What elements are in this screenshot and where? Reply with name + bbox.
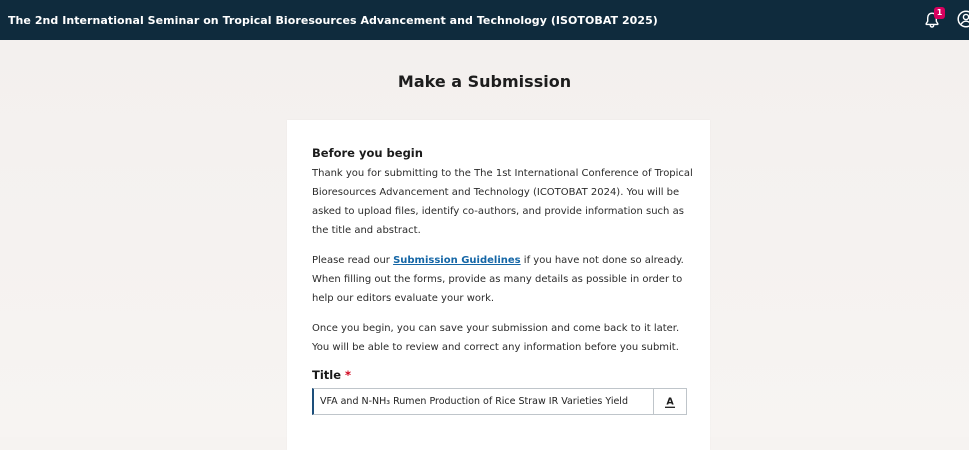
format-glyph: A bbox=[666, 396, 674, 407]
text-format-button[interactable]: A bbox=[653, 389, 686, 414]
user-circle-icon bbox=[957, 10, 969, 28]
intro-paragraph: Thank you for submitting to the The 1st … bbox=[312, 168, 693, 236]
submission-guidelines-link[interactable]: Submission Guidelines bbox=[393, 255, 521, 266]
notification-count-badge: 1 bbox=[934, 7, 945, 19]
text-format-icon: A bbox=[665, 396, 675, 408]
conference-title: The 2nd International Seminar on Tropica… bbox=[8, 13, 658, 27]
user-menu-button[interactable] bbox=[957, 10, 969, 30]
save-info-paragraph: Once you begin, you can save your submis… bbox=[312, 323, 680, 353]
required-marker: * bbox=[345, 368, 352, 382]
guidelines-paragraph: Please read our Submission Guidelines if… bbox=[312, 251, 697, 308]
title-input[interactable] bbox=[314, 389, 653, 414]
notifications-button[interactable]: 1 bbox=[924, 7, 945, 30]
main-content: Make a Submission Before you begin Thank… bbox=[0, 40, 969, 450]
top-bar: The 2nd International Seminar on Tropica… bbox=[0, 0, 969, 40]
guidelines-text-prefix: Please read our bbox=[312, 255, 394, 266]
submission-card: Before you begin Thank you for submittin… bbox=[287, 120, 710, 450]
title-field-label: Title * bbox=[312, 368, 710, 382]
page-title: Make a Submission bbox=[397, 72, 572, 91]
before-you-begin-heading: Before you begin bbox=[312, 146, 423, 160]
title-label-text: Title bbox=[312, 368, 342, 382]
title-field: A bbox=[312, 388, 687, 415]
